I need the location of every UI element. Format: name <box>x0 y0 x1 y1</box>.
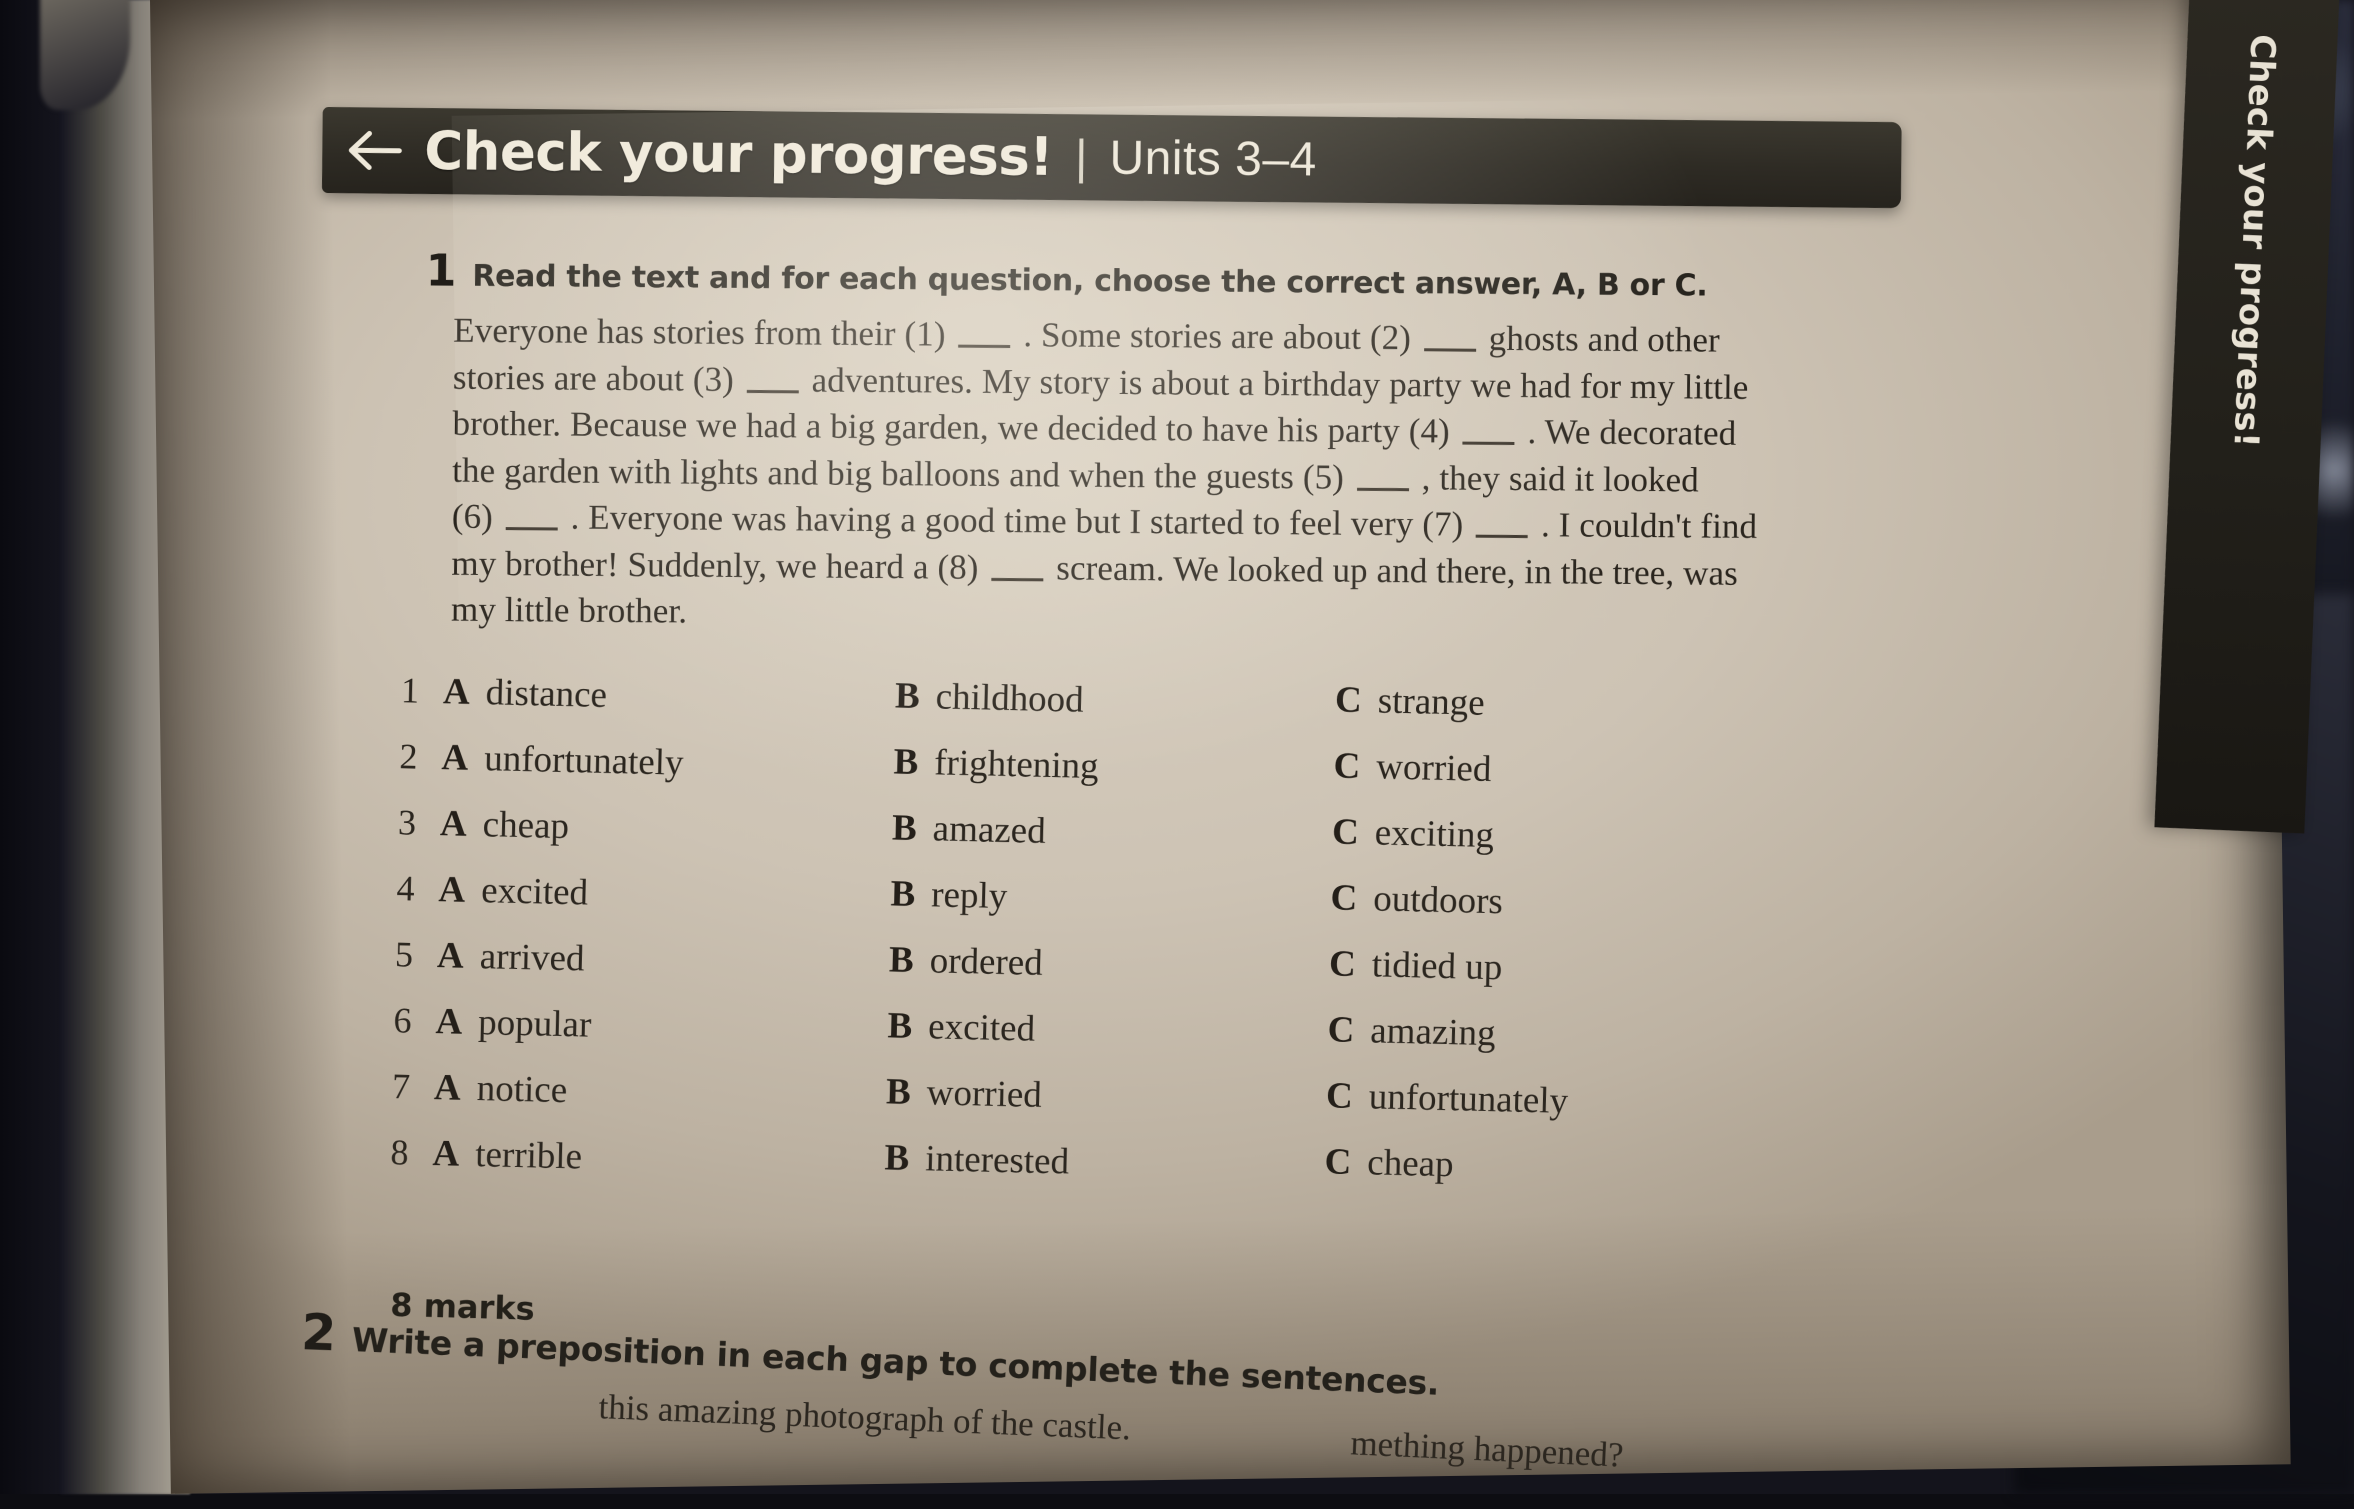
answer-gap[interactable] <box>1356 469 1409 491</box>
exercise-1-number: 1 <box>425 245 457 297</box>
question-number: 1 <box>400 670 420 711</box>
option-letter: A <box>439 803 468 845</box>
option-word: strange <box>1377 680 1486 724</box>
question-number: 8 <box>390 1132 410 1173</box>
option-b[interactable]: Bworried <box>886 1070 1327 1123</box>
option-word: notice <box>476 1068 568 1112</box>
option-word: interested <box>924 1138 1070 1183</box>
option-letter: C <box>1327 1009 1355 1051</box>
option-word: excited <box>480 870 589 914</box>
option-a[interactable]: Adistance <box>443 670 896 723</box>
option-letter: B <box>888 939 915 981</box>
option-word: worried <box>1375 746 1492 790</box>
header-separator: | <box>1074 130 1088 184</box>
exercise-1: 1 Read the text and for each question, c… <box>423 245 2146 647</box>
reading-passage: Everyone has stories from their (1) . So… <box>451 308 2114 647</box>
option-letter: A <box>433 1067 462 1109</box>
page-title: Check your progress! <box>424 120 1054 188</box>
answer-options-grid: 1 Adistance Bchildhood Cstrange 2 Aunfortunat… <box>390 669 1902 1231</box>
option-a[interactable]: Aunfortunately <box>441 736 894 789</box>
option-letter: C <box>1330 877 1358 919</box>
option-a[interactable]: Aexcited <box>438 868 891 921</box>
option-word: cheap <box>1366 1142 1455 1186</box>
option-word: worried <box>926 1072 1043 1116</box>
answer-gap[interactable] <box>746 371 799 393</box>
option-a[interactable]: Aarrived <box>437 934 890 987</box>
option-letter: B <box>890 873 916 915</box>
question-number: 3 <box>397 802 417 843</box>
back-arrow-icon[interactable] <box>336 107 415 194</box>
option-a[interactable]: Acheap <box>440 802 893 855</box>
answer-gap[interactable] <box>505 509 558 531</box>
answer-gap[interactable] <box>1423 330 1476 352</box>
option-word: outdoors <box>1372 878 1504 923</box>
option-word: distance <box>485 672 608 716</box>
option-word: childhood <box>935 676 1085 721</box>
option-a[interactable]: Apopular <box>435 1000 888 1053</box>
side-tab-label: Check your progress! <box>2225 33 2283 449</box>
option-letter: B <box>885 1071 912 1113</box>
answer-gap[interactable] <box>958 326 1011 349</box>
option-c[interactable]: Cstrange <box>1335 678 1902 734</box>
option-letter: A <box>442 671 471 713</box>
option-b[interactable]: Bchildhood <box>895 674 1336 727</box>
page-shadow-top <box>150 0 2272 120</box>
option-word: arrived <box>479 936 586 980</box>
exercise-1-heading: 1 Read the text and for each question, c… <box>425 245 2146 307</box>
option-b[interactable]: Bordered <box>889 938 1330 991</box>
question-number: 4 <box>396 868 416 909</box>
option-b[interactable]: Bamazed <box>892 806 1333 859</box>
option-word: reply <box>930 874 1008 918</box>
option-a[interactable]: Aterrible <box>432 1132 885 1185</box>
option-letter: C <box>1328 943 1357 985</box>
option-word: unfortunately <box>483 738 685 784</box>
option-letter: A <box>436 935 465 977</box>
option-b[interactable]: Breply <box>890 872 1331 925</box>
answer-gap[interactable] <box>1476 516 1529 539</box>
answer-gap[interactable] <box>1462 423 1515 446</box>
option-a[interactable]: Anotice <box>434 1066 887 1119</box>
question-number: 6 <box>393 1000 413 1041</box>
section-header-banner: Check your progress! | Units 3–4 <box>321 107 1902 209</box>
option-letter: B <box>884 1137 910 1179</box>
option-letter: B <box>887 1005 913 1047</box>
option-letter: A <box>432 1133 460 1175</box>
option-letter: C <box>1331 811 1360 854</box>
option-word: ordered <box>929 940 1044 984</box>
option-word: amazed <box>932 808 1047 852</box>
option-word: popular <box>477 1002 592 1046</box>
header-units-label: Units 3–4 <box>1109 131 1318 187</box>
exercise-2-number: 2 <box>300 1303 338 1363</box>
option-word: amazing <box>1369 1010 1497 1055</box>
option-word: unfortunately <box>1368 1076 1569 1122</box>
option-letter: C <box>1324 1141 1352 1183</box>
option-b[interactable]: Binterested <box>884 1136 1325 1189</box>
option-letter: C <box>1333 745 1361 788</box>
option-word: excited <box>927 1006 1036 1050</box>
option-letter: A <box>438 869 466 911</box>
option-letter: B <box>894 675 921 718</box>
option-b[interactable]: Bfrightening <box>893 740 1334 793</box>
option-word: terrible <box>474 1134 583 1178</box>
option-word: exciting <box>1374 812 1495 857</box>
exercise-1-instruction: Read the text and for each question, cho… <box>472 258 1708 304</box>
question-number: 7 <box>391 1066 411 1107</box>
option-word: frightening <box>933 742 1100 788</box>
question-number: 2 <box>399 736 419 777</box>
option-letter: C <box>1334 679 1363 722</box>
option-word: tidied up <box>1371 944 1503 989</box>
option-letter: B <box>893 741 919 783</box>
question-number: 5 <box>394 934 414 975</box>
option-word: cheap <box>482 804 570 848</box>
option-letter: A <box>441 737 469 779</box>
option-letter: A <box>435 1001 463 1043</box>
option-letter: C <box>1325 1075 1354 1117</box>
textbook-page: Check your progress! Check your progress… <box>150 0 2340 1494</box>
answer-gap[interactable] <box>991 559 1044 582</box>
option-b[interactable]: Bexcited <box>887 1004 1328 1057</box>
option-letter: B <box>891 807 918 849</box>
